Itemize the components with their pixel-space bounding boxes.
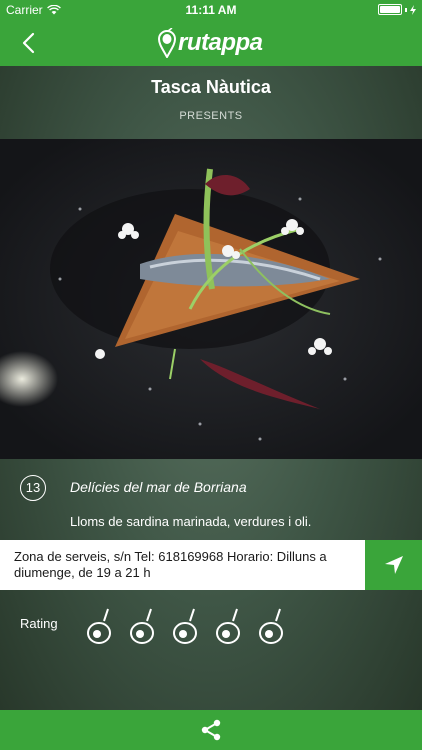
share-button[interactable]	[0, 710, 422, 750]
battery-icon	[378, 4, 416, 15]
olive-rating-icon[interactable]	[215, 607, 243, 647]
dish-name: Delícies del mar de Borriana	[70, 479, 247, 495]
olive-rating-icon[interactable]	[86, 607, 114, 647]
app-logo: rutappa	[158, 26, 263, 60]
rating-olives[interactable]	[86, 607, 286, 647]
logo-text: rutappa	[178, 29, 263, 56]
status-time: 11:11 AM	[185, 3, 237, 17]
navigate-button[interactable]	[365, 540, 422, 590]
olive-pin-icon	[158, 28, 176, 58]
chevron-left-icon	[22, 32, 35, 54]
navigation-bar: rutappa	[0, 20, 422, 66]
back-button[interactable]	[14, 28, 42, 58]
olive-rating-icon[interactable]	[129, 607, 157, 647]
olive-rating-icon[interactable]	[172, 607, 200, 647]
location-arrow-icon	[384, 556, 403, 574]
dish-number-badge: 13	[20, 475, 46, 501]
address-info: Zona de serveis, s/n Tel: 618169968 Hora…	[0, 540, 365, 590]
status-bar: Carrier 11:11 AM	[0, 0, 422, 20]
olive-rating-icon[interactable]	[258, 607, 286, 647]
share-icon	[201, 719, 221, 741]
dish-photo	[0, 139, 422, 459]
restaurant-name: Tasca Nàutica	[151, 77, 271, 97]
dish-description: Lloms de sardina marinada, verdures i ol…	[70, 514, 312, 529]
rating-label: Rating	[20, 616, 58, 631]
presents-label: PRESENTS	[179, 110, 243, 122]
